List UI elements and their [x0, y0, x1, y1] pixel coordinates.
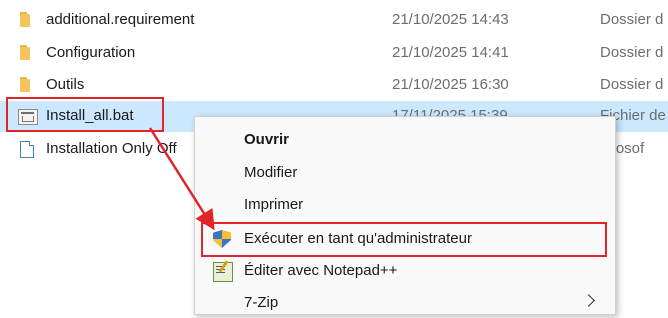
menu-item-print[interactable]: Imprimer: [195, 188, 615, 220]
folder-icon: [18, 77, 36, 93]
file-row-additional-requirement[interactable]: additional.requirement 21/10/2025 14:43 …: [0, 5, 668, 36]
menu-highlight-annotation: [201, 222, 607, 257]
file-date: 21/10/2025 16:30: [392, 76, 509, 93]
folder-icon: [18, 12, 36, 28]
document-icon: [20, 141, 34, 158]
menu-item-label: Ouvrir: [244, 131, 290, 148]
file-date: 21/10/2025 14:41: [392, 44, 509, 61]
file-highlight-annotation: [6, 97, 164, 132]
file-name: additional.requirement: [46, 11, 195, 28]
file-row-configuration[interactable]: Configuration 21/10/2025 14:41 Dossier d: [0, 38, 668, 69]
file-type: Dossier d: [600, 44, 664, 61]
menu-item-label: Imprimer: [244, 196, 304, 213]
menu-item-label: Modifier: [244, 164, 298, 181]
file-name: Installation Only Off: [46, 140, 177, 157]
context-menu: Ouvrir Modifier Imprimer Exécuter en tan…: [194, 116, 616, 315]
file-type: Dossier d: [600, 76, 664, 93]
menu-item-open[interactable]: Ouvrir: [195, 123, 615, 155]
menu-item-edit-notepad-plus-plus[interactable]: Éditer avec Notepad++: [195, 254, 615, 286]
menu-item-edit[interactable]: Modifier: [195, 156, 615, 188]
menu-item-7zip[interactable]: 7-Zip: [195, 286, 615, 318]
chevron-right-icon: [582, 294, 595, 307]
file-name: Outils: [46, 76, 85, 93]
file-name: Configuration: [46, 44, 136, 61]
folder-icon: [18, 45, 36, 61]
notepad-plus-plus-icon: [213, 262, 233, 282]
file-date: 21/10/2025 14:43: [392, 11, 509, 28]
menu-item-label: Éditer avec Notepad++: [244, 262, 398, 279]
menu-item-label: 7-Zip: [244, 294, 279, 311]
file-type: Dossier d: [600, 11, 664, 28]
